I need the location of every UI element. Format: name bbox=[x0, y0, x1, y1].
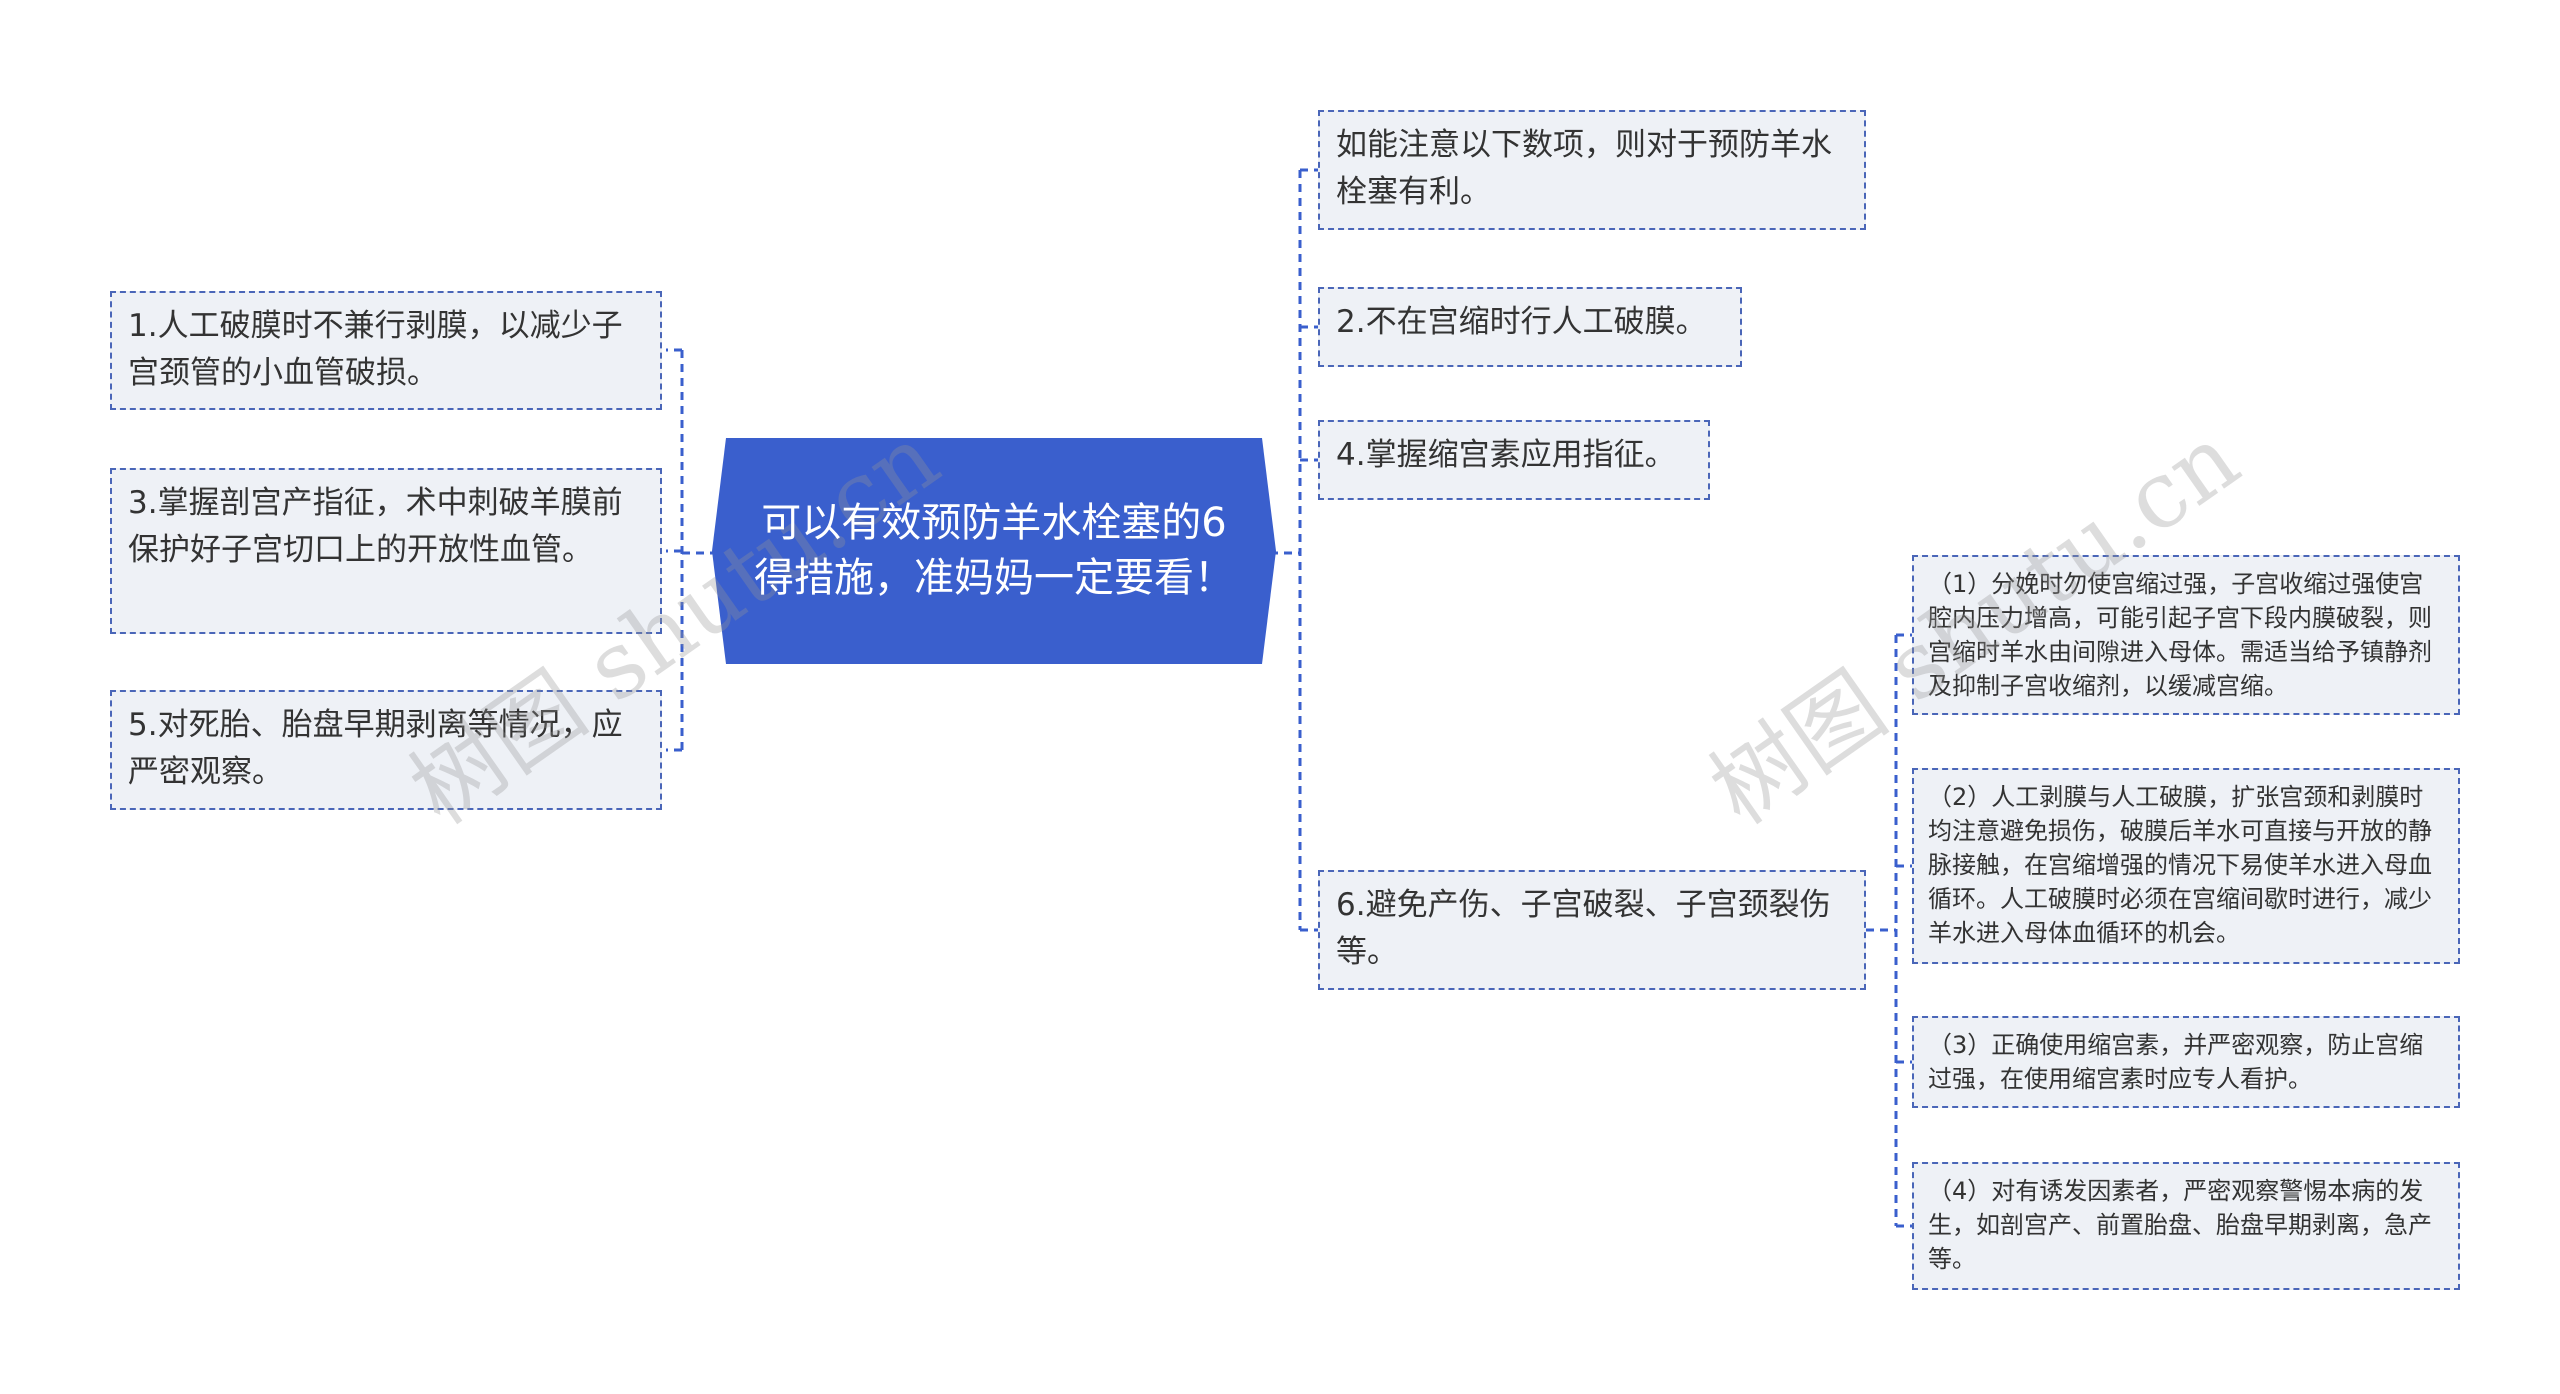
left-node-1[interactable]: 1.人工破膜时不兼行剥膜，以减少子宫颈管的小血管破损。 bbox=[110, 291, 662, 410]
sub-node-4[interactable]: （4）对有诱发因素者，严密观察警惕本病的发生，如剖宫产、前置胎盘、胎盘早期剥离，… bbox=[1912, 1162, 2460, 1290]
sub-node-3[interactable]: （3）正确使用缩宫素，并严密观察，防止宫缩过强，在使用缩宫素时应专人看护。 bbox=[1912, 1016, 2460, 1108]
right-node-4[interactable]: 4.掌握缩宫素应用指征。 bbox=[1318, 420, 1710, 500]
root-title: 可以有效预防羊水栓塞的6得措施，准妈妈一定要看！ bbox=[754, 499, 1234, 601]
sub-node-2[interactable]: （2）人工剥膜与人工破膜，扩张宫颈和剥膜时均注意避免损伤，破膜后羊水可直接与开放… bbox=[1912, 768, 2460, 964]
right-node-intro[interactable]: 如能注意以下数项，则对于预防羊水栓塞有利。 bbox=[1318, 110, 1866, 230]
right-node-2[interactable]: 2.不在宫缩时行人工破膜。 bbox=[1318, 287, 1742, 367]
right-node-6[interactable]: 6.避免产伤、子宫破裂、子宫颈裂伤等。 bbox=[1318, 870, 1866, 990]
